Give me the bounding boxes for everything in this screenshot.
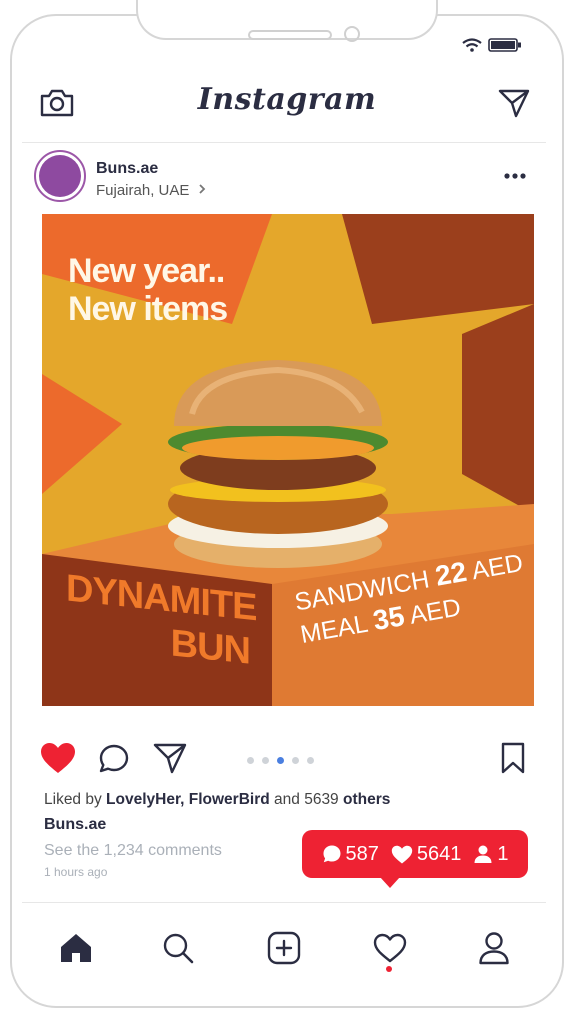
header-divider bbox=[22, 142, 546, 143]
notif-comments-count: 587 bbox=[345, 842, 379, 865]
notif-likes: 5641 bbox=[391, 842, 462, 866]
profile-icon bbox=[479, 932, 509, 965]
nav-home[interactable] bbox=[56, 928, 96, 968]
notif-followers: 1 bbox=[473, 842, 509, 866]
nav-divider bbox=[22, 902, 546, 903]
post-username[interactable]: Buns.ae bbox=[96, 160, 158, 178]
app-header: Instagram bbox=[22, 76, 552, 132]
carousel-dot[interactable] bbox=[292, 757, 299, 764]
caption-username[interactable]: Buns.ae bbox=[44, 816, 106, 834]
meal-price: 35 bbox=[370, 600, 407, 637]
home-icon bbox=[61, 934, 91, 962]
carousel-dot[interactable] bbox=[307, 757, 314, 764]
comment-filled-icon bbox=[323, 845, 340, 863]
heart-filled-icon[interactable] bbox=[40, 742, 76, 774]
likes-summary: Liked by LovelyHer, FlowerBird and 5639 … bbox=[44, 791, 390, 809]
view-comments-link[interactable]: See the 1,234 comments bbox=[44, 842, 222, 860]
activity-icon bbox=[373, 933, 407, 963]
comment-icon[interactable] bbox=[98, 743, 130, 775]
post-timestamp: 1 hours ago bbox=[44, 865, 108, 879]
chevron-right-icon bbox=[198, 184, 205, 194]
user-icon-small bbox=[474, 845, 492, 863]
search-icon bbox=[163, 933, 194, 964]
headline-line-2: New items bbox=[68, 290, 228, 328]
meal-currency: AED bbox=[407, 593, 463, 630]
liked-prefix: Liked by bbox=[44, 791, 102, 808]
post-image[interactable]: New year.. New items DYNAMITE BUN SANDWI… bbox=[42, 214, 534, 706]
status-bar bbox=[462, 38, 522, 52]
nav-add-post[interactable] bbox=[264, 928, 304, 968]
liked-others[interactable]: others bbox=[343, 791, 390, 808]
wifi-icon bbox=[462, 38, 482, 52]
direct-message-icon[interactable] bbox=[498, 88, 530, 118]
activity-unread-dot bbox=[386, 966, 392, 972]
sandwich-price: 22 bbox=[432, 555, 469, 592]
nav-activity[interactable] bbox=[370, 928, 410, 968]
heart-icon-small bbox=[391, 845, 413, 863]
nav-profile[interactable] bbox=[474, 928, 514, 968]
post-location[interactable]: Fujairah, UAE bbox=[96, 182, 207, 199]
notif-likes-count: 5641 bbox=[416, 842, 462, 865]
liked-users[interactable]: LovelyHer, FlowerBird bbox=[106, 791, 270, 808]
carousel-indicator bbox=[247, 757, 314, 764]
battery-icon bbox=[488, 38, 521, 52]
phone-speaker bbox=[248, 30, 332, 40]
activity-notification-badge[interactable]: 587 5641 1 bbox=[302, 830, 528, 888]
share-icon[interactable] bbox=[153, 742, 187, 774]
nav-search[interactable] bbox=[158, 928, 198, 968]
sandwich-currency: AED bbox=[469, 548, 526, 586]
liked-count: and 5639 bbox=[274, 791, 339, 808]
carousel-dot[interactable] bbox=[247, 757, 254, 764]
headline-line-1: New year.. bbox=[68, 252, 225, 290]
notif-followers-count: 1 bbox=[497, 842, 509, 865]
more-icon[interactable] bbox=[504, 172, 526, 180]
bottom-nav bbox=[40, 928, 530, 968]
notif-comments: 587 bbox=[322, 843, 379, 866]
avatar[interactable] bbox=[34, 150, 86, 202]
bookmark-icon[interactable] bbox=[500, 742, 526, 774]
front-camera bbox=[344, 26, 360, 42]
add-post-icon bbox=[267, 931, 301, 965]
app-logo: Instagram bbox=[197, 82, 377, 117]
post-location-text: Fujairah, UAE bbox=[96, 182, 190, 199]
post-headline: New year.. New items bbox=[68, 252, 228, 328]
carousel-dot[interactable] bbox=[262, 757, 269, 764]
carousel-dot-active[interactable] bbox=[277, 757, 284, 764]
